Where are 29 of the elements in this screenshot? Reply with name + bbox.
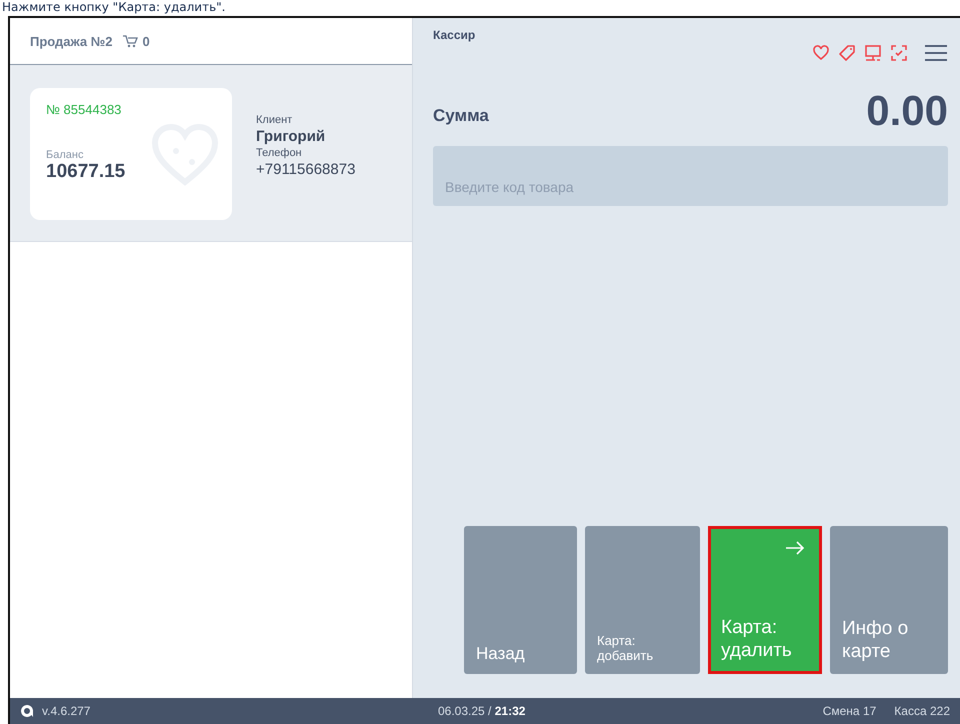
cashier-label: Кассир bbox=[433, 28, 476, 42]
cart-count: 0 bbox=[142, 34, 150, 48]
action-button[interactable]: Карта: добавить bbox=[585, 526, 700, 674]
instruction-text: Нажмите кнопку "Карта: удалить". bbox=[1, 0, 226, 16]
sale-title: Продажа №2 bbox=[30, 34, 112, 48]
shift-number: Смена 17 bbox=[822, 704, 876, 718]
monitor-icon[interactable] bbox=[864, 44, 882, 62]
client-label: Клиент bbox=[256, 114, 294, 126]
action-button[interactable]: Инфо о карте bbox=[830, 526, 948, 674]
total-label: Сумма bbox=[433, 106, 489, 126]
balance-label: Баланс bbox=[46, 149, 84, 161]
logo-icon bbox=[20, 704, 34, 718]
cart-icon bbox=[122, 34, 138, 48]
client-name: Григорий bbox=[256, 128, 326, 145]
phone-label: Телефон bbox=[256, 147, 303, 159]
heart-icon[interactable] bbox=[812, 44, 830, 62]
register-number: Касса 222 bbox=[894, 704, 950, 718]
action-button[interactable]: Назад bbox=[464, 526, 577, 674]
tag-icon[interactable] bbox=[838, 44, 856, 62]
menu-icon[interactable] bbox=[924, 44, 948, 62]
version-text: v.4.6.277 bbox=[42, 704, 90, 718]
action-button[interactable]: Карта: удалить bbox=[708, 526, 822, 674]
phone-number: +79115668873 bbox=[256, 161, 356, 178]
card-number: № 85544383 bbox=[46, 102, 122, 117]
balance-value: 10677.15 bbox=[46, 161, 126, 183]
scan-check-icon[interactable] bbox=[890, 44, 908, 62]
arrow-right-icon bbox=[785, 541, 805, 555]
total-amount: 0.00 bbox=[866, 90, 948, 132]
date-time: 06.03.25 / 21:32 bbox=[438, 704, 526, 718]
